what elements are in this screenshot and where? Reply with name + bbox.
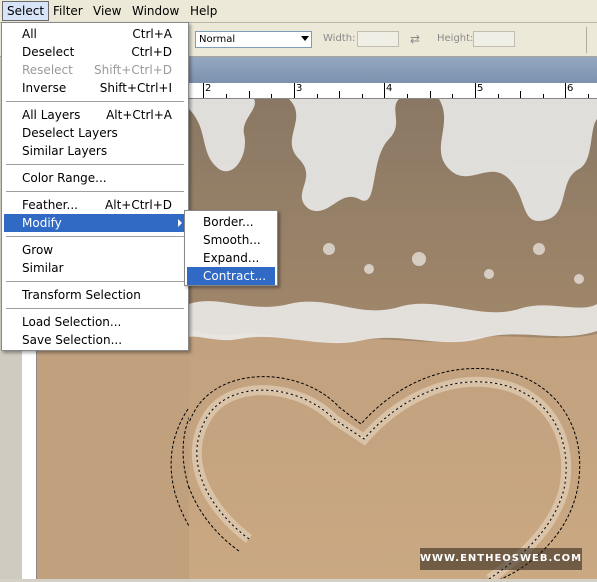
- menu-item-similar-layers[interactable]: Similar Layers: [4, 142, 186, 160]
- menu-item-label: Inverse: [22, 81, 67, 95]
- document-title-bar: [189, 57, 597, 83]
- menu-item-feather[interactable]: Feather... Alt+Ctrl+D: [4, 196, 186, 214]
- menu-filter[interactable]: Filter: [49, 2, 87, 20]
- style-select-value: Normal: [199, 34, 236, 45]
- select-menu: All Ctrl+A Deselect Ctrl+D Reselect Shif…: [1, 22, 189, 351]
- submenu-item-expand[interactable]: Expand...: [187, 249, 275, 267]
- ruler-tick: [271, 94, 272, 98]
- ruler-tick: [226, 94, 227, 98]
- ruler-tick: [543, 94, 544, 98]
- menu-item-label: Reselect: [22, 63, 73, 77]
- ruler-number: 4: [386, 83, 393, 94]
- menu-item-label: Feather...: [22, 198, 78, 212]
- width-field[interactable]: [357, 31, 399, 47]
- submenu-item-border[interactable]: Border...: [187, 213, 275, 231]
- beach-photo: [189, 99, 597, 579]
- submenu-item-label: Expand...: [203, 251, 260, 265]
- ruler-left: [22, 351, 37, 579]
- menu-item-inverse[interactable]: Inverse Shift+Ctrl+I: [4, 79, 186, 97]
- height-label: Height:: [437, 33, 474, 44]
- menu-item-reselect[interactable]: Reselect Shift+Ctrl+D: [4, 61, 186, 79]
- ruler-number: 6: [567, 83, 574, 94]
- menu-separator: [6, 281, 184, 282]
- ruler-tick: [520, 91, 521, 98]
- menu-separator: [6, 308, 184, 309]
- menu-item-label: All: [22, 27, 37, 41]
- ruler-tick: [452, 94, 453, 98]
- ruler-tick: [498, 94, 499, 98]
- modify-submenu: Border... Smooth... Expand... Contract..…: [184, 210, 278, 286]
- menu-item-modify[interactable]: Modify: [4, 214, 186, 232]
- style-select[interactable]: Normal: [195, 31, 312, 48]
- options-divider: [586, 27, 587, 53]
- menu-view[interactable]: View: [89, 2, 125, 20]
- menu-item-label: Similar Layers: [22, 144, 108, 158]
- swap-icon[interactable]: ⇄: [410, 32, 420, 46]
- menu-item-load-selection[interactable]: Load Selection...: [4, 313, 186, 331]
- document-canvas-left[interactable]: [37, 351, 253, 580]
- menu-item-shortcut: Ctrl+D: [131, 45, 172, 59]
- menu-item-save-selection[interactable]: Save Selection...: [4, 331, 186, 349]
- height-field[interactable]: [473, 31, 515, 47]
- submenu-item-contract[interactable]: Contract...: [187, 267, 275, 285]
- menu-item-transform-selection[interactable]: Transform Selection: [4, 286, 186, 304]
- menu-help[interactable]: Help: [186, 2, 221, 20]
- menu-window[interactable]: Window: [128, 2, 183, 20]
- submenu-item-label: Contract...: [203, 269, 267, 283]
- ruler-tick: [588, 94, 589, 98]
- menu-separator: [6, 164, 184, 165]
- chevron-down-icon: [301, 36, 309, 41]
- menu-item-shortcut: Alt+Ctrl+D: [105, 198, 172, 212]
- menu-item-label: Similar: [22, 261, 64, 275]
- menu-item-deselect[interactable]: Deselect Ctrl+D: [4, 43, 186, 61]
- menu-item-shortcut: Ctrl+A: [132, 27, 172, 41]
- menu-item-label: All Layers: [22, 108, 81, 122]
- ruler-number: 3: [296, 83, 303, 94]
- menu-item-label: Grow: [22, 243, 54, 257]
- ruler-tick: [317, 94, 318, 98]
- ruler-tick: [249, 91, 250, 98]
- beach-photo-left: [37, 351, 253, 580]
- ruler-tick: [203, 83, 204, 98]
- submenu-arrow-icon: [178, 219, 182, 227]
- menu-separator: [6, 191, 184, 192]
- menu-item-label: Deselect: [22, 45, 75, 59]
- menu-item-label: Modify: [22, 216, 62, 230]
- menu-item-all[interactable]: All Ctrl+A: [4, 25, 186, 43]
- menu-separator: [6, 236, 184, 237]
- watermark: WWW.ENTHEOSWEB.COM: [420, 548, 582, 570]
- width-label: Width:: [323, 33, 356, 44]
- submenu-item-smooth[interactable]: Smooth...: [187, 231, 275, 249]
- menu-item-label: Transform Selection: [22, 288, 141, 302]
- ruler-tick: [475, 83, 476, 98]
- ruler-tick: [362, 94, 363, 98]
- submenu-item-label: Border...: [203, 215, 254, 229]
- menu-item-label: Deselect Layers: [22, 126, 118, 140]
- menu-item-deselect-layers[interactable]: Deselect Layers: [4, 124, 186, 142]
- ruler-number: 2: [205, 83, 212, 94]
- menu-bar: Select Filter View Window Help: [0, 0, 597, 23]
- menu-item-color-range[interactable]: Color Range...: [4, 169, 186, 187]
- ruler-tick: [384, 83, 385, 98]
- menu-item-label: Save Selection...: [22, 333, 123, 347]
- document-canvas[interactable]: [189, 99, 597, 579]
- menu-item-shortcut: Shift+Ctrl+D: [94, 63, 172, 77]
- menu-select[interactable]: Select: [2, 1, 50, 21]
- menu-item-shortcut: Alt+Ctrl+A: [106, 108, 172, 122]
- ruler-tick: [565, 83, 566, 98]
- menu-item-grow[interactable]: Grow: [4, 241, 186, 259]
- ruler-tick: [294, 83, 295, 98]
- ruler-tick: [339, 91, 340, 98]
- submenu-item-label: Smooth...: [203, 233, 261, 247]
- ruler-tick: [407, 94, 408, 98]
- menu-item-similar[interactable]: Similar: [4, 259, 186, 277]
- menu-item-label: Color Range...: [22, 171, 107, 185]
- menu-item-label: Load Selection...: [22, 315, 122, 329]
- ruler-tick: [430, 91, 431, 98]
- ruler-number: 5: [477, 83, 484, 94]
- ruler-top: 2 3 4 5 6: [189, 83, 597, 99]
- menu-item-all-layers[interactable]: All Layers Alt+Ctrl+A: [4, 106, 186, 124]
- menu-item-shortcut: Shift+Ctrl+I: [99, 81, 172, 95]
- menu-separator: [6, 101, 184, 102]
